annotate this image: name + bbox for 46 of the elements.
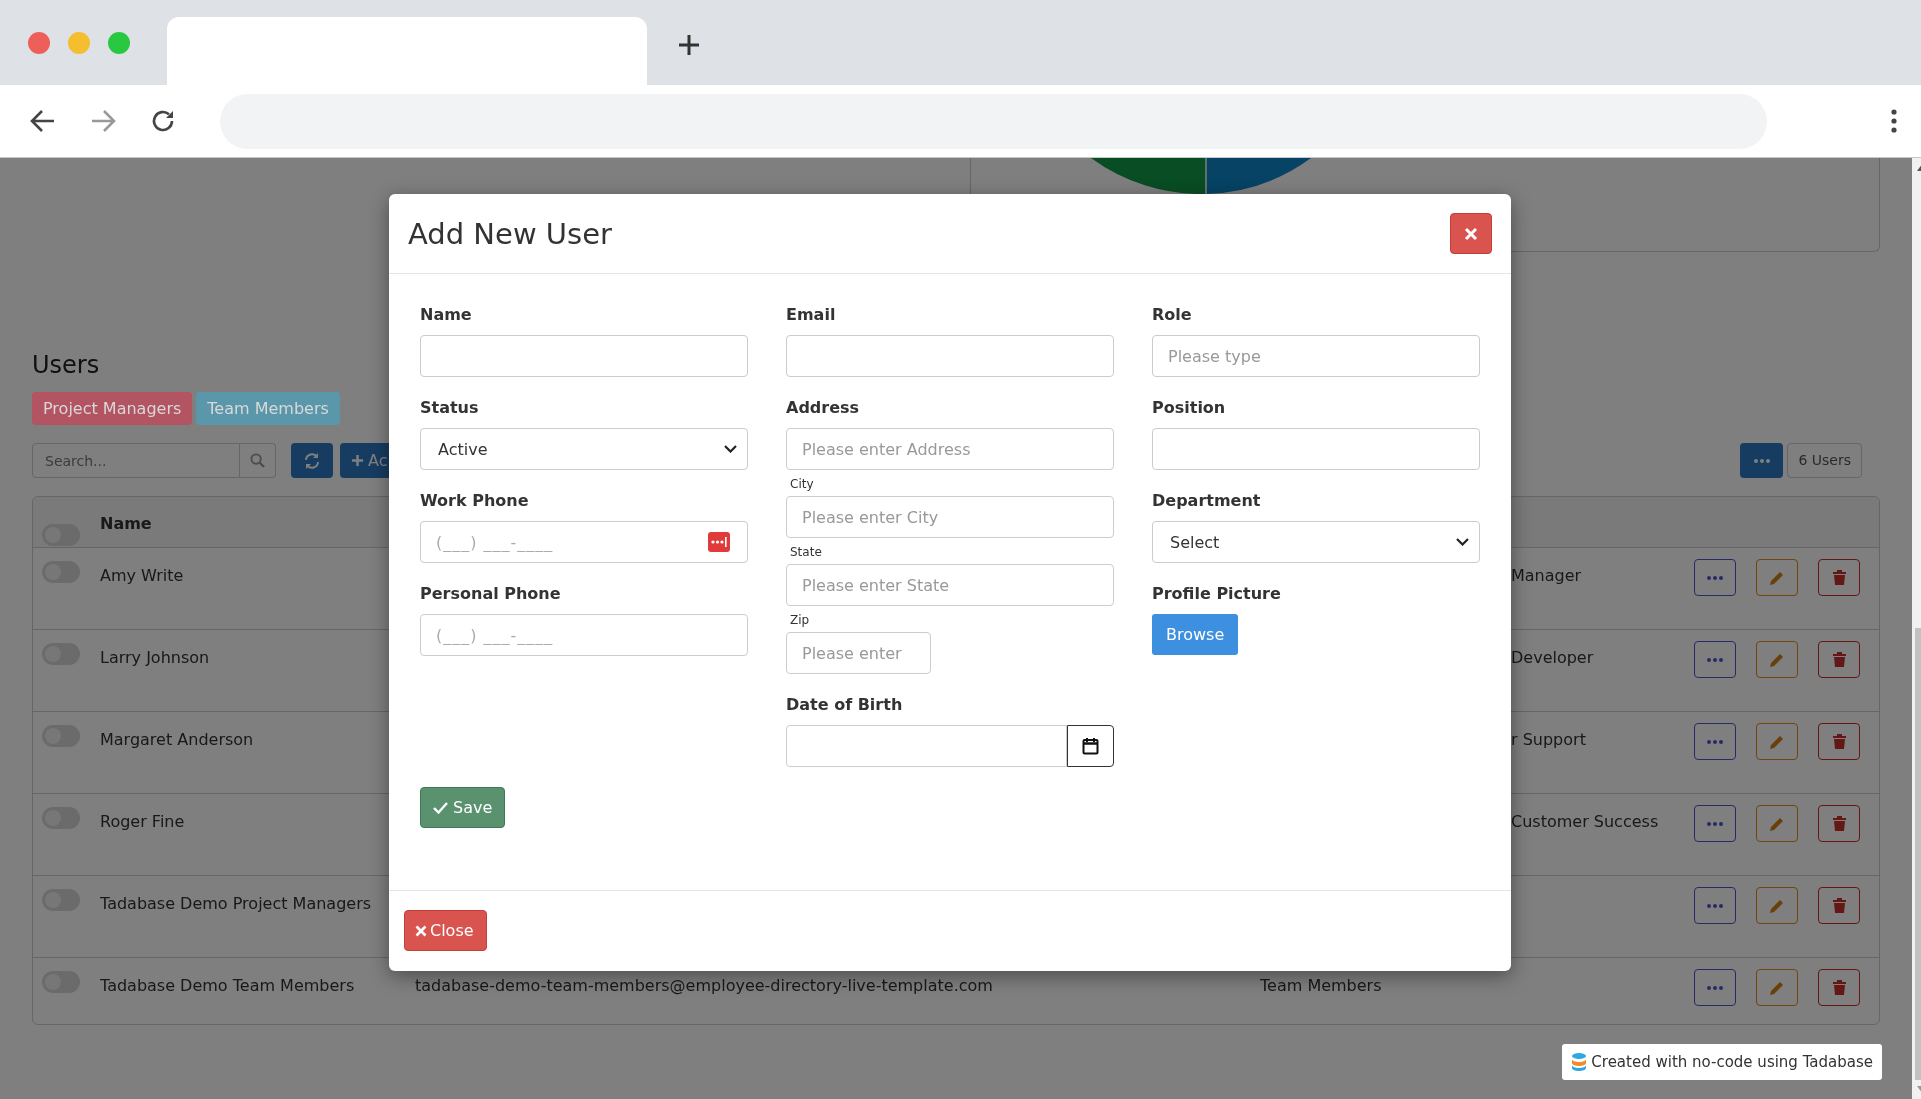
field-label: Address [786, 397, 861, 419]
input-field[interactable]: Please enter [786, 632, 931, 674]
select-field[interactable]: Select [1152, 521, 1480, 563]
table-cell: Customer Success [1511, 812, 1659, 831]
browse-button[interactable]: Browse [1152, 614, 1239, 655]
table-cell: Manager [1511, 566, 1582, 585]
table-cell: Developer [1511, 648, 1594, 667]
tadabase-badge[interactable]: Created with no-code using Tadabase [1562, 1044, 1882, 1080]
user-name: Margaret Anderson [100, 730, 254, 749]
close-button[interactable]: Close [404, 910, 487, 951]
dialog-title: Add New User [408, 216, 612, 251]
field-label: State [790, 545, 823, 559]
field-label: Profile Picture [1152, 583, 1282, 605]
user-email: tadabase-demo-team-members@employee-directory-live-template.com [415, 976, 993, 995]
user-name: Amy Write [100, 566, 184, 585]
select-field[interactable]: Active [420, 428, 748, 470]
field-label: Position [1152, 397, 1227, 419]
column-header: Name [100, 514, 152, 533]
field-label: Personal Phone [420, 583, 562, 605]
table-cell: Team Members [1260, 976, 1382, 995]
input-field[interactable]: Please enter Address [786, 428, 1114, 470]
user-count: 6 Users [1787, 443, 1862, 478]
field-label: Role [1152, 304, 1193, 326]
input-field[interactable]: Please enter State [786, 564, 1114, 606]
phone-field[interactable]: (___) ___-____ [420, 521, 748, 563]
input-field[interactable]: Please enter City [786, 496, 1114, 538]
user-name: Larry Johnson [100, 648, 210, 667]
filter-tag[interactable]: Project Managers [32, 392, 193, 425]
field-label: Department [1152, 490, 1262, 512]
field-label: Date of Birth [786, 694, 904, 716]
field-label: City [790, 477, 815, 491]
user-name: Roger Fine [100, 812, 185, 831]
field-label: Name [420, 304, 473, 326]
field-label: Status [420, 397, 480, 419]
save-button[interactable]: Save [420, 787, 506, 828]
search-field[interactable]: Search... [32, 443, 240, 478]
field-label: Email [786, 304, 837, 326]
user-name: Tadabase Demo Team Members [100, 976, 355, 995]
section-title: Users [32, 350, 100, 380]
field-label: Zip [790, 613, 811, 627]
phone-field[interactable]: (___) ___-____ [420, 614, 748, 656]
table-cell: r Support [1511, 730, 1586, 749]
field-label: Work Phone [420, 490, 530, 512]
user-name: Tadabase Demo Project Managers [100, 894, 372, 913]
input-field[interactable]: Please type [1152, 335, 1480, 377]
filter-tag[interactable]: Team Members [196, 392, 340, 425]
